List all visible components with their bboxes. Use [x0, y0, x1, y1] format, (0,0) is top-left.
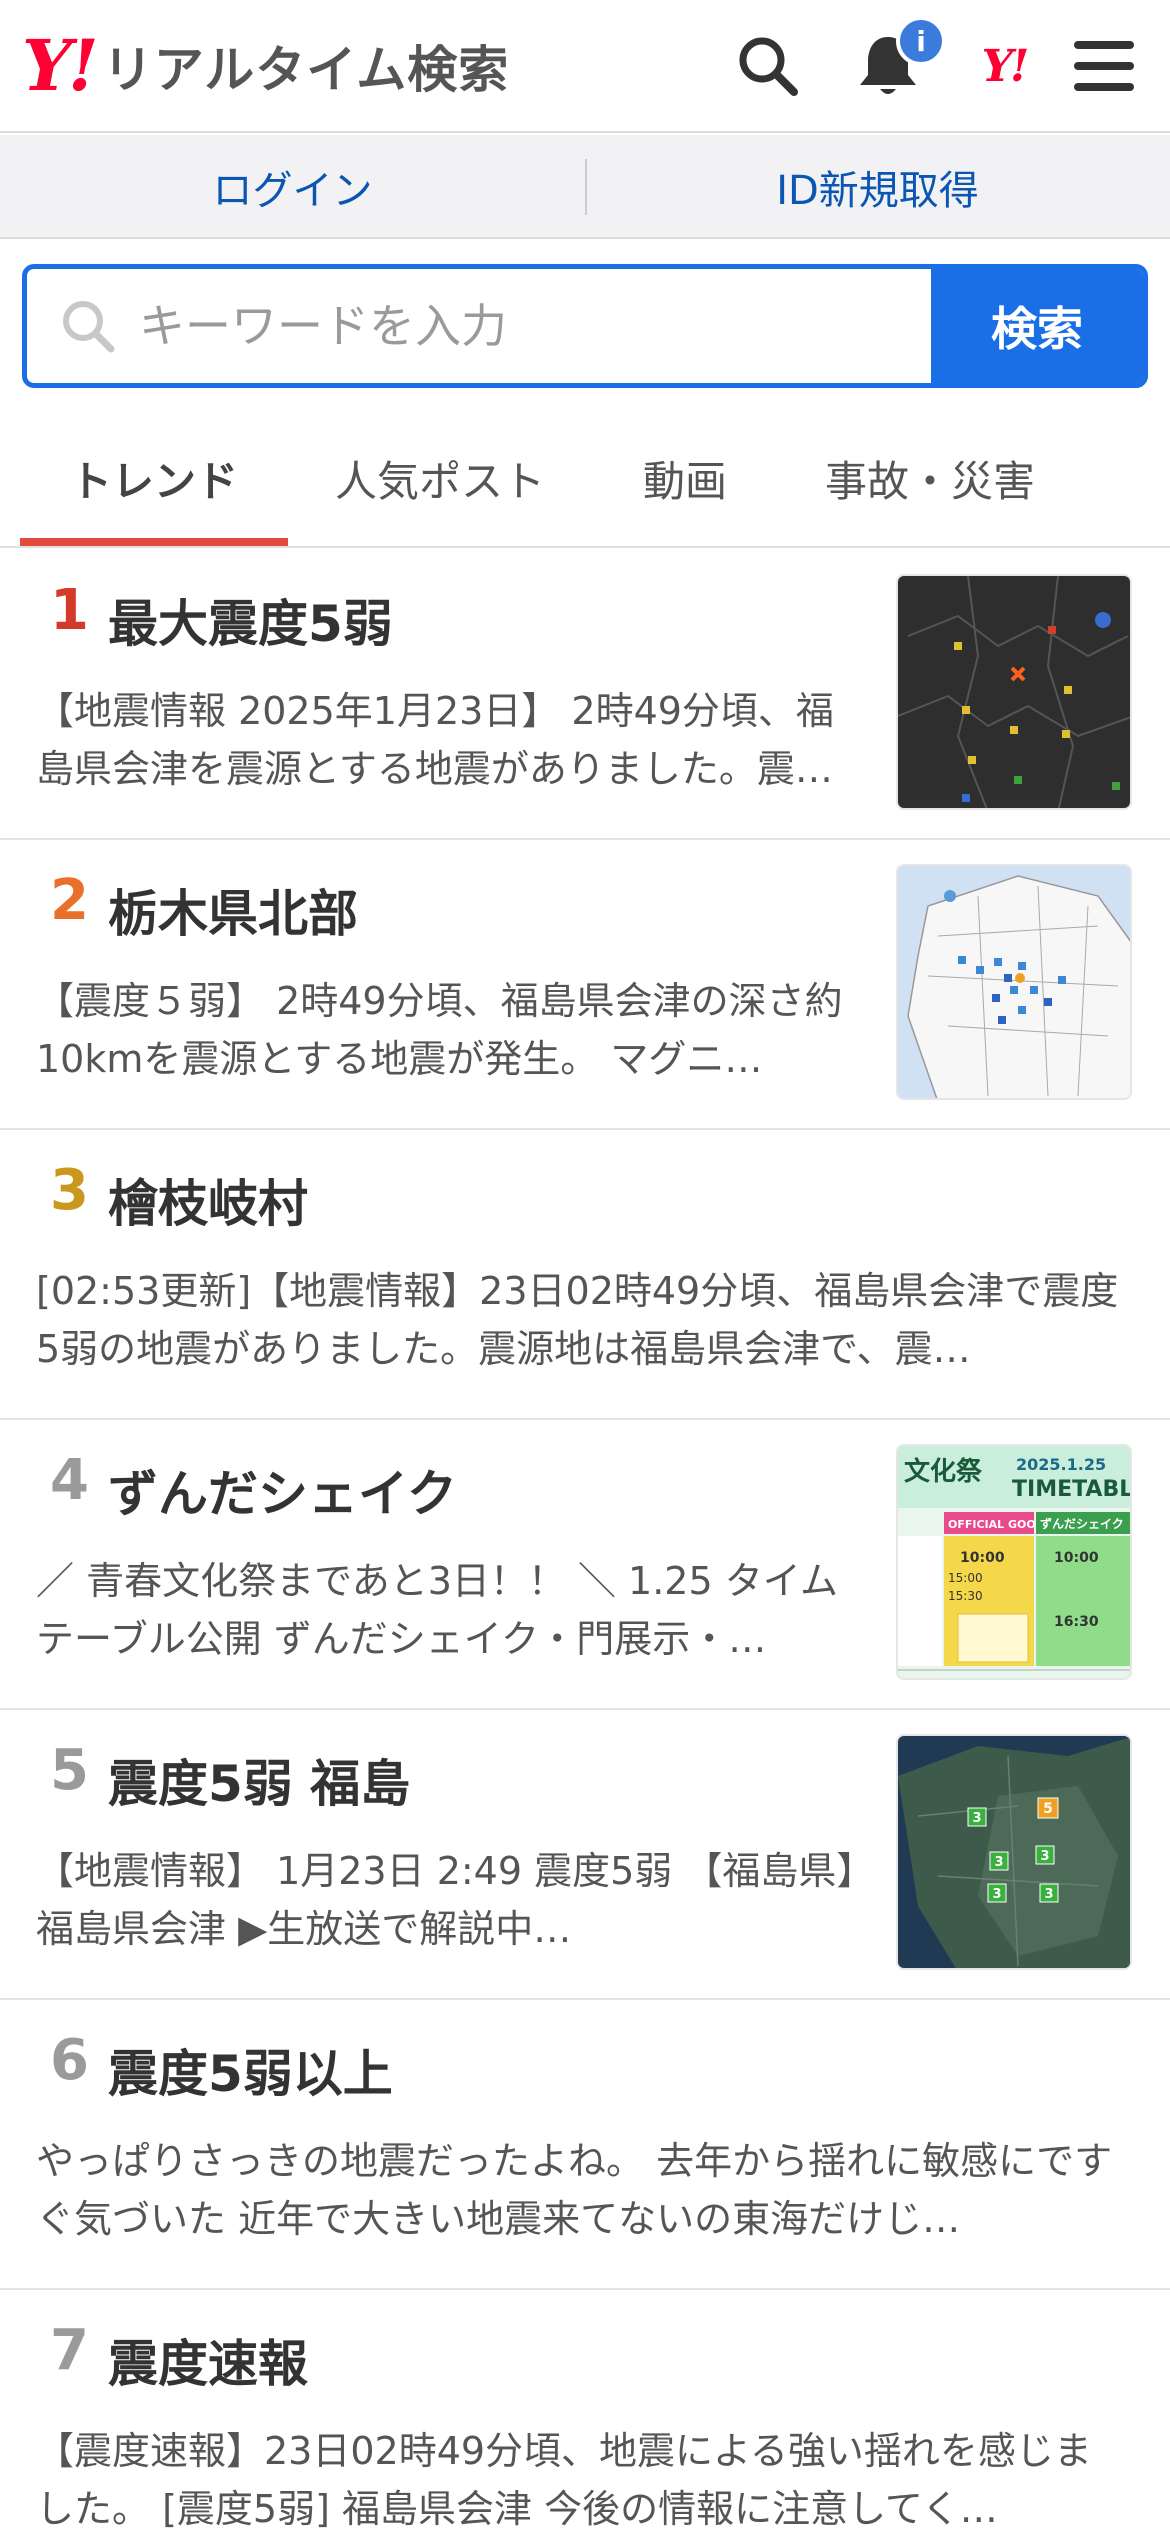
rank-number: 4 [50, 1448, 89, 1513]
search-input[interactable] [139, 269, 939, 383]
login-link[interactable]: ログイン [0, 135, 585, 239]
search-button[interactable]: 検索 [931, 269, 1143, 383]
trend-title: 栃木県北部 [108, 885, 358, 943]
search-icon [57, 295, 121, 359]
timetable-time: 10:00 [960, 1550, 1005, 1566]
intensity-label: 3 [994, 1855, 1003, 1870]
trend-description: 【地震情報】 1月23日 2:49 震度5弱 【福島県】福島県会津 ▶生放送で解… [36, 1849, 856, 1951]
yahoo-realtime-logo[interactable]: Y! リアルタイム検索 [22, 26, 509, 106]
intensity-label: 3 [972, 1811, 981, 1826]
intensity-label: 5 [1043, 1801, 1053, 1817]
trend-description: [02:53更新]【地震情報】23日02時49分頃、福島県会津で震度5弱の地震が… [36, 1269, 1119, 1371]
timetable-time: 10:00 [1054, 1550, 1099, 1566]
timetable-shake: ずんだシェイク [1040, 1516, 1124, 1531]
search-box: 検索 [22, 264, 1148, 388]
trend-thumbnail-satellite-map: 3 5 3 3 3 3 [896, 1734, 1132, 1970]
timetable-time: 15:00 [948, 1571, 983, 1585]
rank-number: 2 [50, 868, 89, 933]
trend-thumbnail-timetable: 文化祭 2025.1.25 TIMETABLE OFFICIAL GOODS ず… [896, 1444, 1132, 1680]
timetable-time: 16:30 [1054, 1614, 1099, 1630]
rank-number: 3 [50, 1158, 89, 1223]
timetable-heading: TIMETABLE [1012, 1477, 1132, 1502]
trend-item[interactable]: 7 震度速報 【震度速報】23日02時49分頃、地震による強い揺れを感じました。… [0, 2290, 1170, 2532]
tab-bar: トレンド 人気ポスト 動画 事故・災害 [0, 410, 1170, 548]
trend-item[interactable]: 3 檜枝岐村 [02:53更新]【地震情報】23日02時49分頃、福島県会津で震… [0, 1130, 1170, 1420]
trend-title: 檜枝岐村 [108, 1175, 308, 1233]
register-link[interactable]: ID新規取得 [585, 135, 1170, 239]
trend-description: 【地震情報 2025年1月23日】 2時49分頃、福島県会津を震源とする地震があ… [36, 689, 834, 791]
rank-number: 7 [50, 2318, 89, 2383]
timetable-banner: 文化祭 [904, 1456, 983, 1487]
trend-title: 震度速報 [108, 2335, 308, 2393]
notification-badge: i [896, 16, 946, 66]
trend-title: 最大震度5弱 [108, 595, 393, 653]
tab-video[interactable]: 動画 [590, 410, 780, 546]
trend-item[interactable]: 4 ずんだシェイク ／ 青春文化祭まであと3日！！ ＼ 1.25 タイムテーブル… [0, 1420, 1170, 1710]
trend-item[interactable]: 5 震度5弱 福島 【地震情報】 1月23日 2:49 震度5弱 【福島県】福島… [0, 1710, 1170, 2000]
intensity-label: 3 [992, 1887, 1001, 1902]
tab-popular-posts[interactable]: 人気ポスト [300, 410, 580, 546]
rank-number: 1 [50, 578, 89, 643]
hamburger-menu-icon[interactable] [1064, 26, 1144, 106]
trend-item[interactable]: 1 最大震度5弱 【地震情報 2025年1月23日】 2時49分頃、福島県会津を… [0, 550, 1170, 840]
tab-trend[interactable]: トレンド [20, 410, 288, 546]
app-header: Y! リアルタイム検索 i Y! [0, 0, 1170, 133]
timetable-time: 15:30 [948, 1589, 983, 1603]
trend-title: 震度5弱以上 [108, 2045, 393, 2103]
yahoo-japan-mark: Y! [981, 40, 1030, 92]
trend-title: ずんだシェイク [108, 1465, 457, 1523]
trend-description: 【震度速報】23日02時49分頃、地震による強い揺れを感じました。 [震度5弱]… [36, 2429, 1092, 2531]
trend-title: 震度5弱 福島 [108, 1755, 411, 1813]
trend-thumbnail-white-map [896, 864, 1132, 1100]
rank-number: 5 [50, 1738, 89, 1803]
trend-item[interactable]: 6 震度5弱以上 やっぱりさっきの地震だったよね。 去年から揺れに敏感にですぐ気… [0, 2000, 1170, 2290]
trend-description: ／ 青春文化祭まであと3日！！ ＼ 1.25 タイムテーブル公開 ずんだシェイク… [36, 1559, 838, 1661]
trend-item[interactable]: 2 栃木県北部 【震度５弱】 2時49分頃、福島県会津の深さ約10kmを震源とす… [0, 840, 1170, 1130]
rank-number: 6 [50, 2028, 89, 2093]
tab-accident-disaster[interactable]: 事故・災害 [790, 410, 1070, 546]
intensity-label: 3 [1040, 1849, 1049, 1864]
trend-description: 【震度５弱】 2時49分頃、福島県会津の深さ約10kmを震源とする地震が発生。 … [36, 979, 843, 1081]
timetable-date: 2025.1.25 [1016, 1455, 1106, 1474]
active-tab-indicator [20, 538, 288, 546]
search-icon[interactable] [728, 26, 808, 106]
trend-description: やっぱりさっきの地震だったよね。 去年から揺れに敏感にですぐ気づいた 近年で大き… [36, 2139, 1113, 2241]
logo-text: リアルタイム検索 [102, 41, 510, 99]
intensity-label: 3 [1044, 1887, 1053, 1902]
yahoo-logo-mark: Y! [22, 24, 99, 107]
trend-thumbnail-dark-map [896, 574, 1132, 810]
login-bar: ログイン ID新規取得 [0, 135, 1170, 239]
yahoo-japan-icon[interactable]: Y! [964, 26, 1044, 106]
